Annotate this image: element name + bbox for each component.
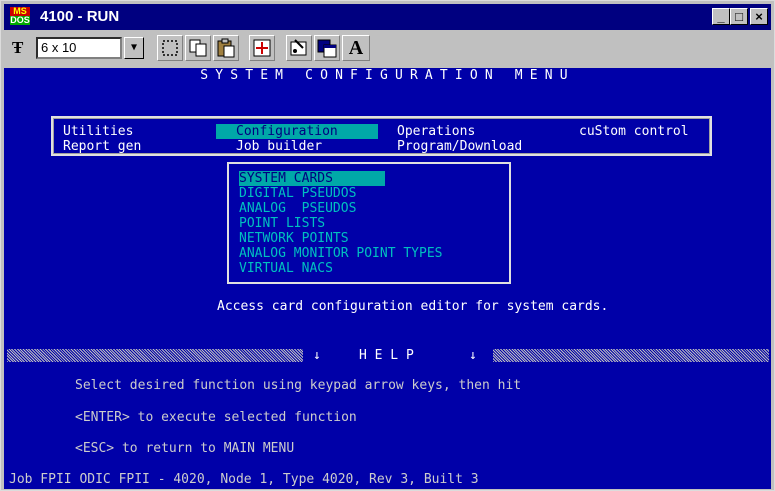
background-icon: [317, 39, 337, 58]
submenu-digital-pseudos[interactable]: DIGITAL PSEUDOS: [239, 186, 356, 201]
icon-dos-text: DOS: [10, 15, 30, 25]
background-button[interactable]: [314, 35, 340, 61]
font-size-selector[interactable]: Ŧ 6 x 10 ▼: [12, 37, 144, 59]
fullscreen-button[interactable]: [249, 35, 275, 61]
properties-button[interactable]: [286, 35, 312, 61]
mark-icon: [162, 40, 178, 56]
function-description: Access card configuration editor for sys…: [217, 299, 609, 314]
submenu-system-cards[interactable]: SYSTEM CARDS: [239, 171, 385, 186]
copy-icon: [189, 39, 207, 57]
menu-custom-control[interactable]: cuStom control: [579, 124, 689, 139]
mark-button[interactable]: [157, 35, 183, 61]
submenu-point-lists[interactable]: POINT LISTS: [239, 216, 325, 231]
arrow-down-icon: ↓: [469, 348, 477, 363]
menu-program-download[interactable]: Program/Download: [397, 139, 522, 154]
properties-icon: [290, 39, 307, 56]
help-line-1: Select desired function using keypad arr…: [75, 378, 522, 393]
menu-job-builder[interactable]: Job builder: [236, 139, 322, 154]
submenu-virtual-nacs[interactable]: VIRTUAL NACS: [239, 261, 333, 276]
truetype-icon: Ŧ: [12, 38, 24, 57]
close-button[interactable]: ×: [750, 8, 768, 25]
system-menu-header: SYSTEM CONFIGURATION MENU: [200, 68, 575, 83]
help-divider-left: [7, 349, 303, 362]
window-title: 4100 - RUN: [40, 8, 120, 25]
dos-screen[interactable]: SYSTEM CONFIGURATION MENU Utilities Conf…: [4, 68, 771, 489]
toolbar: Ŧ 6 x 10 ▼ A: [4, 32, 771, 66]
menu-configuration[interactable]: Configuration: [216, 124, 378, 139]
font-button[interactable]: A: [342, 35, 370, 61]
ms-dos-icon[interactable]: MS DOS: [10, 7, 34, 27]
status-line: Job FPII ODIC FPII - 4020, Node 1, Type …: [9, 472, 479, 487]
title-bar[interactable]: MS DOS 4100 - RUN _ □ ×: [4, 4, 771, 30]
submenu-analog-monitor-point-types[interactable]: ANALOG MONITOR POINT TYPES: [239, 246, 443, 261]
paste-button[interactable]: [213, 35, 239, 61]
dos-window: MS DOS 4100 - RUN _ □ × Ŧ 6 x 10 ▼ A SYS…: [0, 0, 775, 491]
copy-button[interactable]: [185, 35, 211, 61]
chevron-down-icon[interactable]: ▼: [124, 37, 144, 59]
submenu-analog-pseudos[interactable]: ANALOG PSEUDOS: [239, 201, 356, 216]
paste-icon: [217, 38, 235, 58]
menu-report-gen[interactable]: Report gen: [63, 139, 141, 154]
font-icon: A: [348, 37, 364, 59]
submenu-network-points[interactable]: NETWORK POINTS: [239, 231, 349, 246]
arrow-down-icon: ↓: [313, 348, 321, 363]
help-line-2: <ENTER> to execute selected function: [75, 410, 357, 425]
maximize-button[interactable]: □: [730, 8, 748, 25]
menu-utilities[interactable]: Utilities: [63, 124, 133, 139]
fullscreen-icon: [253, 39, 271, 57]
menu-operations[interactable]: Operations: [397, 124, 475, 139]
help-line-3: <ESC> to return to MAIN MENU: [75, 441, 295, 456]
font-size-value[interactable]: 6 x 10: [36, 37, 122, 59]
help-title: H E L P: [359, 348, 414, 363]
help-divider-right: [493, 349, 769, 362]
minimize-button[interactable]: _: [712, 8, 730, 25]
